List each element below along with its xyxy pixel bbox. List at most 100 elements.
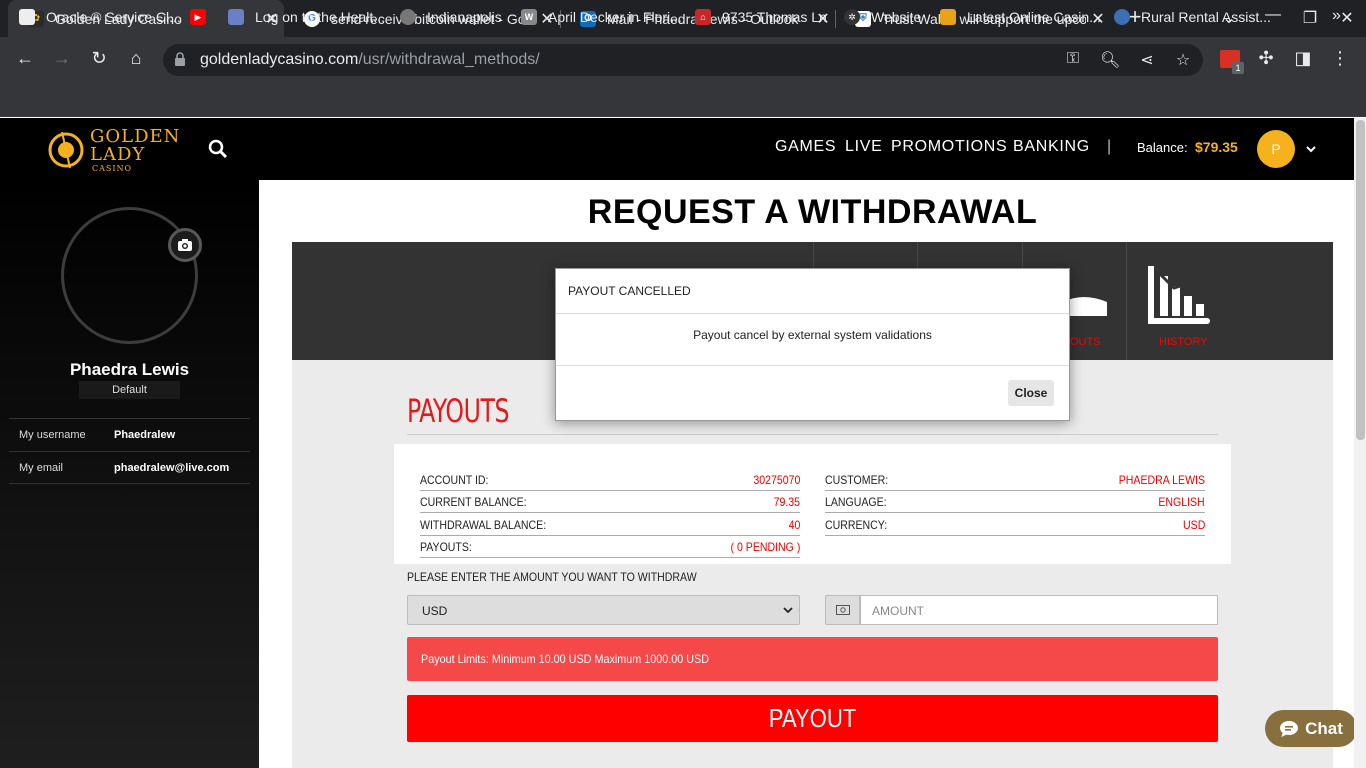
extension-badge: 1	[1232, 62, 1244, 74]
health-icon	[228, 9, 244, 25]
bookmarks-overflow-icon[interactable]: »	[1332, 7, 1341, 25]
email-value: phaedralew@live.com	[114, 462, 230, 474]
bookmark-website[interactable]: ✲ Website	[844, 9, 921, 25]
currency-select[interactable]: USD	[407, 595, 800, 625]
bookmark-health[interactable]: Log on to the Healt...	[228, 9, 385, 25]
info-value: 30275070	[753, 473, 800, 487]
bookmark-rural-rental[interactable]: Rural Rental Assist...	[1114, 9, 1271, 25]
balance-label: Balance:	[1137, 140, 1188, 155]
payout-limits-text: Payout Limits: Minimum 10.00 USD Maximum…	[421, 652, 710, 666]
house-icon: ⌂	[695, 9, 711, 25]
tile-payouts-label: OUTS	[1070, 336, 1101, 348]
username-row: My username Phaedralew	[9, 418, 250, 451]
email-row: My email phaedralew@live.com	[9, 451, 250, 484]
modal-message: Payout cancel by external system validat…	[556, 314, 1069, 366]
chat-button[interactable]: Chat	[1265, 710, 1357, 747]
user-avatar[interactable]: P	[1257, 130, 1295, 168]
globe-icon	[400, 9, 416, 25]
side-panel-icon[interactable]: ◨	[1290, 45, 1316, 71]
key-icon[interactable]: ⚿	[1063, 50, 1083, 68]
extensions-puzzle-icon[interactable]: ✣	[1253, 45, 1279, 71]
amount-input[interactable]: AMOUNT	[860, 595, 1218, 625]
bookmark-latest-casino[interactable]: Latest Online Casin...	[940, 9, 1101, 25]
payout-button[interactable]: PAYOUT	[407, 695, 1218, 742]
bookmark-thomas-ln[interactable]: ⌂ 9735 Thomas Ln	[695, 9, 827, 25]
payout-button-label: PAYOUT	[768, 703, 857, 733]
bookmark-label: Latest Online Casin...	[967, 9, 1101, 25]
profile-avatar	[61, 207, 198, 344]
camera-icon[interactable]	[168, 228, 202, 262]
profile-level-badge: Default	[79, 381, 180, 399]
chat-label: Chat	[1305, 718, 1343, 738]
youtube-icon: ▶	[190, 9, 206, 25]
lock-icon	[175, 52, 185, 66]
username-label: My username	[19, 429, 86, 441]
casino-icon	[940, 9, 956, 25]
w-icon: W	[521, 9, 537, 25]
info-value: ENGLISH	[1158, 495, 1205, 509]
zoom-icon[interactable]: 🔍︎	[1100, 50, 1120, 70]
menu-kebab-icon[interactable]: ⋮	[1327, 45, 1353, 71]
chevron-down-icon[interactable]	[1306, 145, 1316, 153]
bookmark-label: Website	[871, 9, 922, 25]
bookmark-label: Indianapolis	[427, 9, 502, 25]
chat-bubble-icon	[1280, 720, 1299, 737]
forward-icon[interactable]: →	[49, 45, 75, 71]
currency-select-value: USD	[422, 604, 448, 618]
chevron-down-icon	[783, 607, 793, 614]
info-value: 40	[788, 518, 800, 532]
amount-input-group: AMOUNT	[825, 595, 1218, 625]
bookmark-star-icon[interactable]: ☆	[1173, 50, 1193, 70]
info-key: WITHDRAWAL BALANCE:	[420, 518, 547, 532]
scrollbar-thumb[interactable]	[1356, 120, 1365, 440]
nav-promotions[interactable]: PROMOTIONS	[891, 138, 1007, 156]
info-row: ACCOUNT ID: 30275070	[420, 469, 800, 491]
bookmark-label: Log on to the Healt...	[255, 9, 385, 25]
bookmark-oracle[interactable]: Oracle ® Service Cl...	[19, 9, 181, 25]
reload-icon[interactable]: ↻	[86, 45, 112, 71]
info-value: PHAEDRA LEWIS	[1118, 473, 1205, 487]
divider	[407, 434, 1218, 435]
tile-history-label: HISTORY	[1159, 336, 1208, 348]
modal-close-button[interactable]: Close	[1008, 380, 1054, 406]
page-title: REQUEST A WITHDRAWAL	[587, 193, 1038, 231]
history-chart-icon	[1148, 266, 1210, 324]
nav-banking[interactable]: BANKING	[1013, 138, 1090, 156]
back-icon[interactable]: ←	[12, 45, 38, 71]
info-value: USD	[1182, 518, 1205, 532]
section-title: PAYOUTS	[407, 392, 510, 430]
website-icon: ✲	[844, 9, 860, 25]
nav-divider: |	[1107, 138, 1112, 155]
nav-games[interactable]: GAMES	[775, 138, 836, 156]
money-icon	[825, 595, 860, 625]
info-value: 79.35	[773, 495, 800, 509]
info-key: PAYOUTS:	[420, 540, 472, 554]
usda-icon	[1114, 9, 1130, 25]
bookmark-april-decker[interactable]: W April Decker in Flori...	[521, 9, 682, 25]
username-value: Phaedralew	[114, 429, 176, 441]
search-icon[interactable]	[208, 139, 228, 159]
payout-limits-alert: Payout Limits: Minimum 10.00 USD Maximum…	[407, 637, 1218, 681]
logo-subtext: CASINO	[92, 164, 133, 173]
bookmarks-bar	[0, 80, 1366, 117]
bookmark-label: April Decker in Flori...	[548, 9, 682, 25]
email-label: My email	[19, 462, 64, 474]
modal-title: PAYOUT CANCELLED	[556, 269, 1069, 314]
bookmark-youtube[interactable]: ▶	[190, 9, 217, 25]
golden-lady-logo[interactable]: GOLDEN LADY CASINO	[48, 126, 179, 176]
lady-logo-icon	[48, 131, 84, 169]
logo-text: LADY	[90, 144, 146, 165]
info-key: CUSTOMER:	[825, 473, 889, 487]
bookmark-label: 9735 Thomas Ln	[722, 9, 827, 25]
address-bar[interactable]: goldenladycasino.com/usr/withdrawal_meth…	[163, 44, 1203, 76]
info-row: CURRENT BALANCE: 79.35	[420, 491, 800, 513]
restore-icon[interactable]: ❐	[1300, 8, 1320, 28]
nav-live[interactable]: LIVE	[845, 138, 883, 156]
share-icon[interactable]: ⋖	[1137, 50, 1157, 70]
bookmark-indianapolis[interactable]: Indianapolis	[400, 9, 502, 25]
amount-prompt: PLEASE ENTER THE AMOUNT YOU WANT TO WITH…	[407, 570, 697, 584]
bookmark-label: Oracle ® Service Cl...	[46, 9, 181, 25]
info-row: CUSTOMER: PHAEDRA LEWIS	[825, 469, 1205, 491]
page-icon	[19, 9, 35, 25]
home-icon[interactable]: ⌂	[123, 45, 149, 71]
